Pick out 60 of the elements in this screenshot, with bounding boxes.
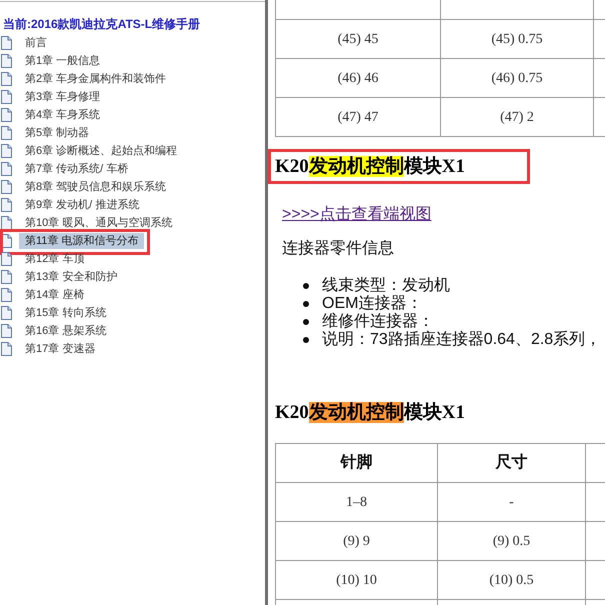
table-cell: (46) 46 bbox=[276, 58, 440, 98]
document-icon bbox=[1, 324, 12, 338]
chapter-link[interactable]: 第2章 车身金属构件和装饰件 bbox=[19, 71, 172, 87]
document-icon bbox=[1, 54, 12, 68]
manual-title: 当前:2016款凯迪拉克ATS-L维修手册 bbox=[2, 16, 202, 32]
document-icon bbox=[1, 162, 12, 176]
document-icon bbox=[1, 126, 12, 140]
table-cell: (9) 9 bbox=[276, 522, 438, 560]
document-icon bbox=[1, 216, 12, 230]
document-icon bbox=[1, 36, 12, 50]
end-view-link[interactable]: >>>>点击查看端视图 bbox=[282, 206, 432, 223]
document-icon bbox=[1, 90, 12, 104]
chapter-link[interactable]: 第8章 驾驶员信息和娱乐系统 bbox=[19, 179, 172, 195]
chapter-link[interactable]: 第13章 安全和防护 bbox=[19, 269, 124, 285]
chapter-link[interactable]: 前言 bbox=[19, 35, 53, 51]
column-header: 尺寸 bbox=[438, 444, 586, 482]
table-cell: (10) 0.5 bbox=[438, 560, 586, 600]
table-cell: (10) 10 bbox=[276, 560, 438, 600]
chapter-link[interactable]: 第16章 悬架系统 bbox=[19, 323, 112, 339]
table-cell: (47) 47 bbox=[276, 98, 440, 136]
table-cell: (9) 0.5 bbox=[438, 522, 586, 560]
table-cell: (47) 2 bbox=[440, 98, 594, 136]
chapter-link[interactable]: 第9章 发动机/ 推进系统 bbox=[19, 197, 146, 213]
bullet-icon bbox=[303, 301, 309, 307]
list-item-text: 线束类型：发动机 bbox=[322, 277, 450, 294]
table-cell: (46) 0.75 bbox=[440, 58, 594, 98]
chapter-link[interactable]: 第3章 车身修理 bbox=[19, 89, 106, 105]
document-icon bbox=[1, 108, 12, 122]
list-item-text: 维修件连接器： bbox=[322, 313, 434, 330]
document-icon bbox=[1, 252, 12, 266]
document-icon bbox=[1, 72, 12, 86]
chapter-link[interactable]: 第4章 车身系统 bbox=[19, 107, 106, 123]
chapter-link[interactable]: 第10章 暖风、通风与空调系统 bbox=[19, 215, 178, 231]
bullet-icon bbox=[303, 319, 309, 325]
document-icon bbox=[1, 144, 12, 158]
paragraph-text: 连接器零件信息 bbox=[282, 239, 394, 259]
document-icon bbox=[1, 288, 12, 302]
document-icon bbox=[1, 198, 12, 212]
chapter-link[interactable]: 第1章 一般信息 bbox=[19, 53, 106, 69]
bullet-icon bbox=[303, 283, 309, 289]
list-item-text: 说明：73路插座连接器0.64、2.8系列， bbox=[322, 331, 602, 349]
table-cell: (45) 45 bbox=[276, 20, 440, 58]
column-header: 针脚 bbox=[276, 444, 438, 482]
chapter-link[interactable]: 第7章 传动系统/ 车桥 bbox=[19, 161, 134, 177]
document-icon bbox=[1, 180, 12, 194]
bullet-icon bbox=[303, 337, 309, 343]
chapter-link[interactable]: 第17章 变速器 bbox=[19, 341, 102, 357]
document-icon bbox=[1, 270, 12, 284]
chapter-link[interactable]: 第15章 转向系统 bbox=[19, 305, 112, 321]
chapter-link[interactable]: 第6章 诊断概述、起始点和编程 bbox=[19, 143, 184, 159]
chapter-link[interactable]: 第12章 车顶 bbox=[19, 251, 90, 267]
chapter-link[interactable]: 第11章 电源和信号分布 bbox=[19, 233, 144, 249]
document-icon bbox=[1, 342, 12, 356]
document-icon bbox=[1, 306, 12, 320]
table-cell: 1–8 bbox=[276, 482, 438, 522]
table-cell: - bbox=[438, 482, 586, 522]
list-item-text: OEM连接器： bbox=[322, 295, 422, 312]
chapter-link[interactable]: 第14章 座椅 bbox=[19, 287, 90, 303]
chapter-link[interactable]: 第5章 制动器 bbox=[19, 125, 96, 141]
table-cell: (45) 0.75 bbox=[440, 20, 594, 58]
